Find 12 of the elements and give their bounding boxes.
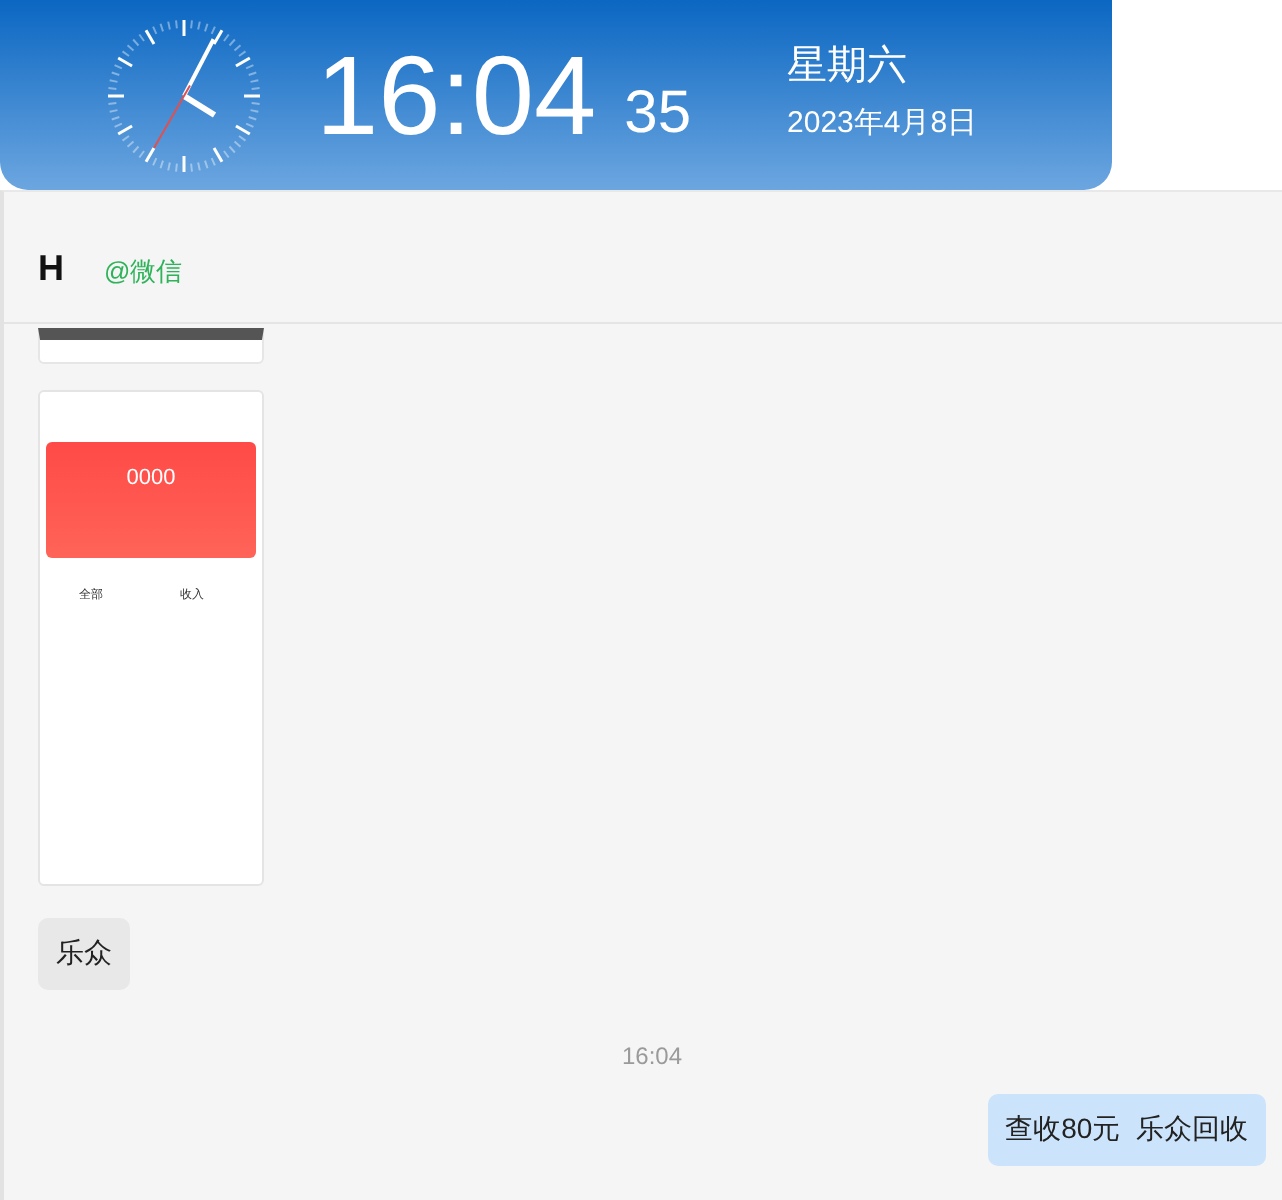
date: 2023年4月8日 [787, 103, 978, 141]
message-time: 16:04 [621, 1042, 683, 1070]
weekday: 星期六 [787, 41, 910, 91]
contact-source: @微信 [104, 254, 183, 290]
digital-time: 16:04 [316, 39, 597, 151]
contact-name: H [38, 248, 64, 290]
message-bubble: 查收80元 乐众回收 [987, 1094, 1266, 1166]
message-bubble: 乐众 [38, 918, 130, 990]
seconds: 35 [624, 83, 692, 143]
analog-clock-icon [104, 15, 264, 175]
image-thumbnail[interactable] [38, 328, 264, 364]
balance-amount: 0000 [126, 466, 176, 490]
